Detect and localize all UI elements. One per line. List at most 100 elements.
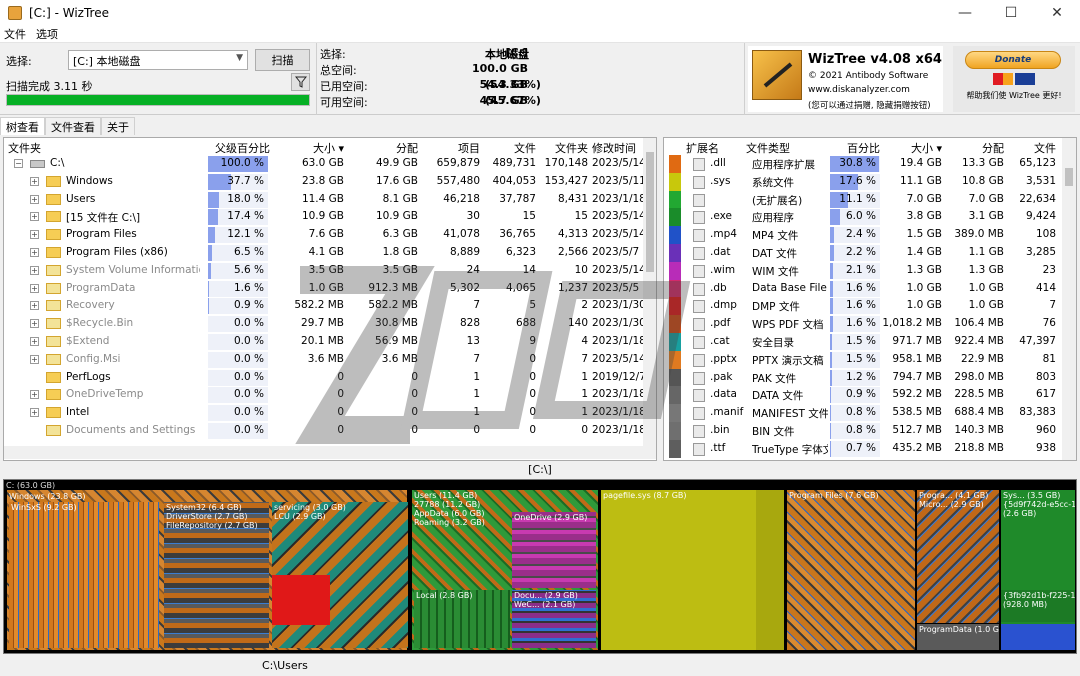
table-row[interactable]: .mp4 MP4 文件 2.4 % 1.5 GB 389.0 MB 108: [664, 226, 1062, 244]
system-folder-icon: [46, 300, 61, 312]
file-type: MP4 文件: [752, 230, 799, 243]
table-row[interactable]: + Windows 37.7 % 23.8 GB 17.6 GB 557,480 404,0…: [4, 173, 644, 191]
table-row[interactable]: + OneDriveTemp 0.0 % 0 0 1 0 1 2023/1/18: [4, 386, 644, 404]
tab-tree-view[interactable]: 树查看: [0, 117, 45, 135]
menu-bar: 文件 选项: [0, 26, 1080, 43]
table-row[interactable]: .bin BIN 文件 0.8 % 512.7 MB 140.3 MB 960: [664, 422, 1062, 440]
menu-options[interactable]: 选项: [36, 26, 58, 42]
table-row[interactable]: .dmp DMP 文件 1.6 % 1.0 GB 1.0 GB 7: [664, 297, 1062, 316]
close-button[interactable]: ✕: [1034, 0, 1080, 26]
table-row[interactable]: (无扩展名) 11.1 % 7.0 GB 7.0 GB 22,634: [664, 190, 1062, 209]
treemap-local[interactable]: Local (2.8 GB): [414, 590, 510, 648]
parent-percent: 6.5 %: [208, 245, 268, 261]
expand-toggle-icon[interactable]: +: [30, 265, 39, 275]
expand-toggle-icon[interactable]: +: [30, 176, 39, 186]
view-tabs: 树查看 文件查看 关于: [0, 117, 135, 135]
cell-files: 9,424: [1025, 210, 1056, 223]
expand-toggle-icon[interactable]: +: [30, 337, 39, 346]
expand-toggle-icon[interactable]: +: [30, 230, 39, 240]
treemap-documents[interactable]: Docu... (2.9 GB) WeC... (2.1 GB): [512, 590, 596, 648]
expand-toggle-icon[interactable]: +: [30, 354, 39, 364]
percent: 2.2 %: [830, 245, 880, 261]
table-row[interactable]: .sys 系统文件 17.6 % 11.1 GB 10.8 GB 3,531: [664, 172, 1062, 191]
table-row[interactable]: .pptx PPTX 演示文稿 1.5 % 958.1 MB 22.9 MB 81: [664, 350, 1062, 369]
table-row[interactable]: .manif MANIFEST 文件 0.8 % 538.5 MB 688.4 MB 83…: [664, 404, 1062, 422]
treemap-hiberfile[interactable]: [756, 490, 784, 650]
table-row[interactable]: .cat 安全目录 1.5 % 971.7 MB 922.4 MB 47,397: [664, 333, 1062, 351]
table-row[interactable]: + Config.Msi 0.0 % 3.6 MB 3.6 MB 7 0 7 2023/5/14: [4, 351, 644, 369]
treemap-program-files-x86[interactable]: Progra... (4.1 GB) Micro... (2.9 GB): [917, 490, 999, 623]
expand-toggle-icon[interactable]: +: [30, 319, 39, 329]
minimize-button[interactable]: —: [942, 0, 988, 26]
scroll-thumb[interactable]: [1065, 168, 1073, 186]
treemap-red-block[interactable]: [272, 575, 330, 625]
scan-button[interactable]: 扫描: [255, 49, 310, 71]
table-row[interactable]: .data DATA 文件 0.9 % 592.2 MB 228.5 MB 617: [664, 386, 1062, 405]
table-row[interactable]: − C:\ 100.0 % 63.0 GB 49.9 GB 659,879 489,731 1…: [4, 155, 644, 173]
maximize-button[interactable]: ☐: [988, 0, 1034, 26]
table-row[interactable]: Documents and Settings 0.0 % 0 0 0 0 0 2023/1/1…: [4, 422, 644, 440]
website-link[interactable]: www.diskanalyzer.com: [808, 85, 910, 95]
percent-text: 0.0 %: [233, 406, 264, 419]
info-key: 选择:: [320, 48, 346, 61]
table-row[interactable]: + $Recycle.Bin 0.0 % 29.7 MB 30.8 MB 828 688 14…: [4, 315, 644, 333]
percent-text: 1.5 %: [845, 352, 876, 365]
table-row[interactable]: + Recovery 0.9 % 582.2 MB 582.2 MB 7 5 2 2023/1/…: [4, 297, 644, 315]
expand-toggle-icon[interactable]: +: [30, 301, 39, 311]
treemap-winsxs[interactable]: WinSxS (9.2 GB): [9, 502, 159, 648]
expand-toggle-icon[interactable]: +: [30, 194, 39, 204]
ext-vertical-scrollbar[interactable]: [1062, 138, 1076, 460]
drive-select[interactable]: [C:] 本地磁盘 ▼: [68, 50, 248, 70]
expand-toggle-icon[interactable]: +: [30, 390, 39, 400]
percent-text: 0.8 %: [845, 424, 876, 436]
table-row[interactable]: PerfLogs 0.0 % 0 0 1 0 1 2019/12/7: [4, 369, 644, 387]
file-type-icon: [693, 318, 705, 332]
percent: 0.8 %: [830, 405, 880, 422]
table-row[interactable]: .wim WIM 文件 2.1 % 1.3 GB 1.3 GB 23: [664, 261, 1062, 280]
tab-file-view[interactable]: 文件查看: [45, 117, 101, 135]
table-row[interactable]: + [15 文件在 C:\] 17.4 % 10.9 GB 10.9 GB 30 15 15 2…: [4, 208, 644, 226]
folder-icon: [46, 371, 61, 383]
expand-toggle-icon[interactable]: +: [30, 408, 39, 418]
tab-about[interactable]: 关于: [101, 117, 135, 135]
expand-toggle-icon[interactable]: −: [14, 159, 23, 168]
filter-button[interactable]: [291, 73, 310, 91]
table-row[interactable]: + System Volume Information 5.6 % 3.5 GB 3.5…: [4, 262, 644, 280]
about-box[interactable]: WizTree v4.08 x64 © 2021 Antibody Softwa…: [748, 46, 943, 112]
extension-color-swatch: [669, 190, 681, 209]
expand-toggle-icon[interactable]: +: [30, 283, 39, 293]
treemap-program-files[interactable]: Program Files (7.6 GB): [787, 490, 915, 650]
table-row[interactable]: .pak PAK 文件 1.2 % 794.7 MB 298.0 MB 803: [664, 368, 1062, 387]
treemap-sysvol-2[interactable]: {3fb92d1b-f225-11 (928.0 MB): [1001, 590, 1075, 622]
table-row[interactable]: .dat DAT 文件 2.2 % 1.4 GB 1.1 GB 3,285: [664, 244, 1062, 262]
expand-toggle-icon[interactable]: +: [30, 248, 39, 257]
table-row[interactable]: + Program Files 12.1 % 7.6 GB 6.3 GB 41,078 36…: [4, 226, 644, 244]
scroll-thumb[interactable]: [646, 152, 654, 272]
treemap-system32[interactable]: System32 (6.4 GB) DriverStore (2.7 GB) Fil…: [164, 502, 269, 648]
table-row[interactable]: .ttf TrueType 字体文 0.7 % 435.2 MB 218.8 MB 938: [664, 439, 1062, 458]
treemap-onedrive[interactable]: OneDrive (2.9 GB): [512, 512, 596, 588]
extension-color-swatch: [669, 386, 681, 405]
table-row[interactable]: .dll 应用程序扩展 30.8 % 19.4 GB 13.3 GB 65,123: [664, 155, 1062, 173]
menu-file[interactable]: 文件: [4, 26, 26, 42]
file-type-icon: [693, 229, 705, 243]
treemap-label: pagefile.sys (8.7 GB): [603, 491, 687, 500]
donate-button[interactable]: Donate: [965, 51, 1061, 69]
expand-toggle-icon[interactable]: +: [30, 212, 39, 222]
table-row[interactable]: + ProgramData 1.6 % 1.0 GB 912.3 MB 5,302 4,06…: [4, 280, 644, 298]
table-row[interactable]: + Program Files (x86) 6.5 % 4.1 GB 1.8 GB 8,8…: [4, 244, 644, 262]
tree-vertical-scrollbar[interactable]: [643, 138, 656, 446]
cell-items: 30: [466, 210, 480, 223]
cell-files: 6,323: [505, 246, 536, 258]
table-row[interactable]: .pdf WPS PDF 文档 1.6 % 1,018.2 MB 106.4 MB 76: [664, 315, 1062, 333]
table-row[interactable]: + Users 18.0 % 11.4 GB 8.1 GB 46,218 37,787 8,4…: [4, 191, 644, 209]
cell-alloc: 3.1 GB: [968, 210, 1004, 223]
treemap-programdata[interactable]: ProgramData (1.0 GB): [917, 624, 999, 650]
treemap[interactable]: C: (63.0 GB) Windows (23.8 GB) WinSxS (9…: [3, 479, 1077, 654]
table-row[interactable]: + Intel 0.0 % 0 0 1 0 1 2023/1/18: [4, 404, 644, 422]
table-row[interactable]: .exe 应用程序 6.0 % 3.8 GB 3.1 GB 9,424: [664, 208, 1062, 227]
treemap-blue-block[interactable]: [1001, 624, 1075, 650]
table-row[interactable]: .db Data Base File 1.6 % 1.0 GB 1.0 GB 414: [664, 279, 1062, 298]
table-row[interactable]: + $Extend 0.0 % 20.1 MB 56.9 MB 13 9 4 2023/1/18: [4, 333, 644, 351]
tree-horizontal-scrollbar[interactable]: [4, 446, 656, 459]
